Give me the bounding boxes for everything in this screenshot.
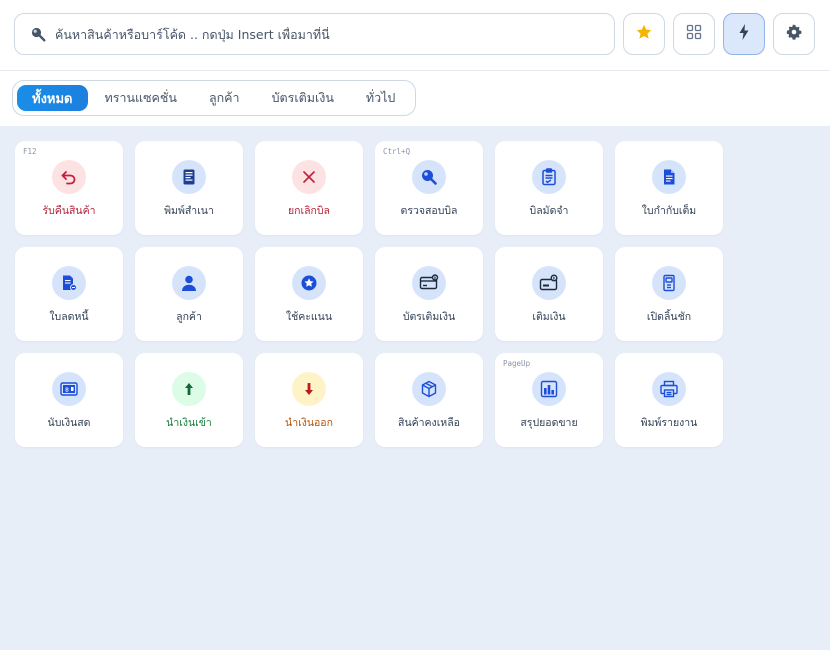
search-bill-icon xyxy=(412,160,446,194)
tab-transactions[interactable]: ทรานแซคชั่น xyxy=(90,85,192,111)
return-icon xyxy=(52,160,86,194)
tile-label: ใบลดหนี้ xyxy=(49,311,89,323)
chart-icon xyxy=(532,372,566,406)
bolt-icon xyxy=(737,23,751,45)
favorites-button[interactable] xyxy=(623,13,665,55)
tile-label: บัตรเติมเงิน xyxy=(402,311,456,323)
cash-count-icon: ฿ xyxy=(52,372,86,406)
tile-label: นับเงินสด xyxy=(47,417,91,429)
tile-label: พิมพ์รายงาน xyxy=(640,417,698,429)
tile-open-drawer[interactable]: เปิดลิ้นชัก xyxy=(615,247,723,341)
hotkey-label: F12 xyxy=(23,147,37,156)
tile-label: เติมเงิน xyxy=(532,311,566,323)
tile-deposit-bill[interactable]: บิลมัดจำ xyxy=(495,141,603,235)
top-bar xyxy=(0,0,830,71)
user-icon xyxy=(172,266,206,300)
tile-cancel-bill[interactable]: ยกเลิกบิล xyxy=(255,141,363,235)
document-icon xyxy=(652,160,686,194)
grid-icon xyxy=(686,24,702,44)
tab-stored-value-cards[interactable]: บัตรเติมเงิน xyxy=(257,85,349,111)
tile-label: สินค้าคงเหลือ xyxy=(398,417,460,429)
search-input[interactable] xyxy=(55,26,595,42)
card-icon: ฿ xyxy=(412,266,446,300)
tile-label: พิมพ์สำเนา xyxy=(164,205,214,217)
settings-button[interactable] xyxy=(773,13,815,55)
tile-check-bill[interactable]: Ctrl+Q ตรวจสอบบิล xyxy=(375,141,483,235)
tile-cash-in[interactable]: นำเงินเข้า xyxy=(135,353,243,447)
tile-customer[interactable]: ลูกค้า xyxy=(135,247,243,341)
hotkey-label: PageUp xyxy=(503,359,531,368)
tile-label: รับคืนสินค้า xyxy=(42,205,96,217)
tile-print-report[interactable]: พิมพ์รายงาน xyxy=(615,353,723,447)
tile-label: ลูกค้า xyxy=(176,311,202,323)
credit-note-icon xyxy=(52,266,86,300)
quick-actions-button[interactable] xyxy=(723,13,765,55)
star-icon xyxy=(635,23,653,45)
printer-icon xyxy=(652,372,686,406)
receipt-icon xyxy=(172,160,206,194)
drawer-icon xyxy=(652,266,686,300)
tile-label: นำเงินออก xyxy=(285,417,333,429)
search-icon xyxy=(29,25,47,43)
tile-label: เปิดลิ้นชัก xyxy=(646,311,692,323)
tile-label: นำเงินเข้า xyxy=(166,417,212,429)
svg-text:฿: ฿ xyxy=(553,276,556,281)
close-icon xyxy=(292,160,326,194)
tile-cash-out[interactable]: นำเงินออก xyxy=(255,353,363,447)
hotkey-label: Ctrl+Q xyxy=(383,147,411,156)
tab-general[interactable]: ทั่วไป xyxy=(351,85,410,111)
svg-text:฿: ฿ xyxy=(65,387,69,394)
tile-label: ใช้คะแนน xyxy=(285,311,333,323)
tile-label: ใบกำกับเต็ม xyxy=(641,205,697,217)
tile-print-copy[interactable]: พิมพ์สำเนา xyxy=(135,141,243,235)
tile-return-goods[interactable]: F12 รับคืนสินค้า xyxy=(15,141,123,235)
tile-label: ตรวจสอบบิล xyxy=(400,205,458,217)
wallet-icon: ฿ xyxy=(532,266,566,300)
gear-icon xyxy=(786,24,802,44)
arrow-up-icon xyxy=(172,372,206,406)
clipboard-icon xyxy=(532,160,566,194)
category-tabs-bar: ทั้งหมด ทรานแซคชั่น ลูกค้า บัตรเติมเงิน … xyxy=(0,71,830,126)
box-icon xyxy=(412,372,446,406)
search-box[interactable] xyxy=(14,13,615,55)
tile-label: ยกเลิกบิล xyxy=(288,205,330,217)
arrow-down-icon xyxy=(292,372,326,406)
tile-label: บิลมัดจำ xyxy=(529,205,569,217)
tab-all[interactable]: ทั้งหมด xyxy=(17,85,88,111)
tile-count-cash[interactable]: ฿ นับเงินสด xyxy=(15,353,123,447)
tile-sales-summary[interactable]: PageUp สรุปยอดขาย xyxy=(495,353,603,447)
tab-customers[interactable]: ลูกค้า xyxy=(194,85,255,111)
tile-label: สรุปยอดขาย xyxy=(520,417,578,429)
grid-view-button[interactable] xyxy=(673,13,715,55)
tile-top-up[interactable]: ฿ เติมเงิน xyxy=(495,247,603,341)
tile-stored-value-card[interactable]: ฿ บัตรเติมเงิน xyxy=(375,247,483,341)
tile-credit-note[interactable]: ใบลดหนี้ xyxy=(15,247,123,341)
action-grid: F12 รับคืนสินค้า พิมพ์สำเนา ยกเลิกบิล Ct… xyxy=(0,126,830,650)
tile-full-tax-invoice[interactable]: ใบกำกับเต็ม xyxy=(615,141,723,235)
category-tabs: ทั้งหมด ทรานแซคชั่น ลูกค้า บัตรเติมเงิน … xyxy=(12,80,416,116)
points-icon xyxy=(292,266,326,300)
tile-redeem-points[interactable]: ใช้คะแนน xyxy=(255,247,363,341)
tile-stock-remaining[interactable]: สินค้าคงเหลือ xyxy=(375,353,483,447)
svg-text:฿: ฿ xyxy=(434,275,437,280)
